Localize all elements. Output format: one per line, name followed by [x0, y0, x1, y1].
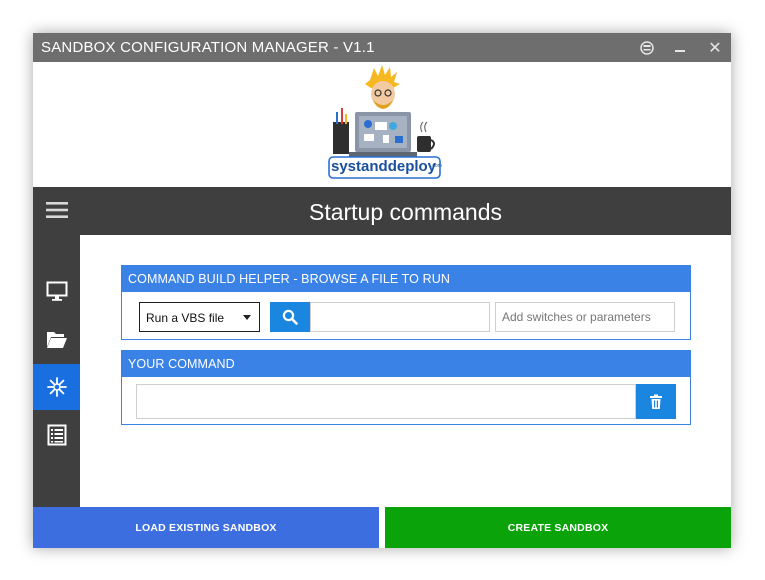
main-content: COMMAND BUILD HELPER - BROWSE A FILE TO …: [80, 235, 731, 532]
switches-parameters-input[interactable]: [495, 302, 675, 332]
clear-command-button[interactable]: [636, 384, 676, 419]
help-icon[interactable]: [636, 37, 658, 59]
close-icon[interactable]: ✕: [704, 37, 726, 59]
folder-open-icon: [46, 332, 67, 348]
page-title: Startup commands: [308, 199, 503, 225]
command-build-helper-heading: COMMAND BUILD HELPER - BROWSE A FILE TO …: [122, 266, 690, 292]
chevron-down-icon: [243, 315, 251, 320]
sidebar: [33, 187, 80, 507]
sidebar-item-startup-commands[interactable]: [33, 364, 80, 410]
file-path-input[interactable]: [310, 302, 490, 332]
monitor-icon: [46, 281, 67, 301]
sidebar-item-monitor[interactable]: [33, 268, 80, 314]
app-window: SANDBOX CONFIGURATION MANAGER - V1.1 ✕ s…: [33, 33, 731, 548]
logo-area: systanddeploy .com: [33, 62, 731, 187]
list-icon: [47, 424, 66, 446]
sidebar-item-folders[interactable]: [33, 316, 80, 362]
sidebar-menu-toggle[interactable]: [33, 187, 80, 233]
minimize-icon[interactable]: [669, 37, 691, 59]
logo-wordmark: systanddeploy: [331, 158, 437, 175]
page-header: Startup commands: [80, 187, 731, 235]
browse-file-button[interactable]: [270, 302, 310, 332]
load-existing-sandbox-button[interactable]: LOAD EXISTING SANDBOX: [33, 507, 379, 548]
command-build-helper-panel: COMMAND BUILD HELPER - BROWSE A FILE TO …: [121, 265, 691, 340]
sidebar-item-list[interactable]: [33, 412, 80, 458]
file-type-selected-value: Run a VBS file: [146, 311, 225, 325]
logo-wordmark-suffix: .com: [431, 163, 442, 169]
your-command-heading: YOUR COMMAND: [122, 351, 690, 377]
startup-commands-icon: [46, 377, 67, 397]
command-input[interactable]: [136, 384, 636, 419]
search-icon: [282, 309, 298, 325]
title-bar[interactable]: SANDBOX CONFIGURATION MANAGER - V1.1 ✕: [33, 33, 731, 62]
hamburger-icon: [45, 202, 68, 218]
file-type-select[interactable]: Run a VBS file: [139, 302, 260, 332]
your-command-panel: YOUR COMMAND: [121, 350, 691, 425]
window-title: SANDBOX CONFIGURATION MANAGER - V1.1: [41, 39, 375, 56]
trash-icon: [650, 394, 662, 409]
create-sandbox-button[interactable]: CREATE SANDBOX: [385, 507, 731, 548]
